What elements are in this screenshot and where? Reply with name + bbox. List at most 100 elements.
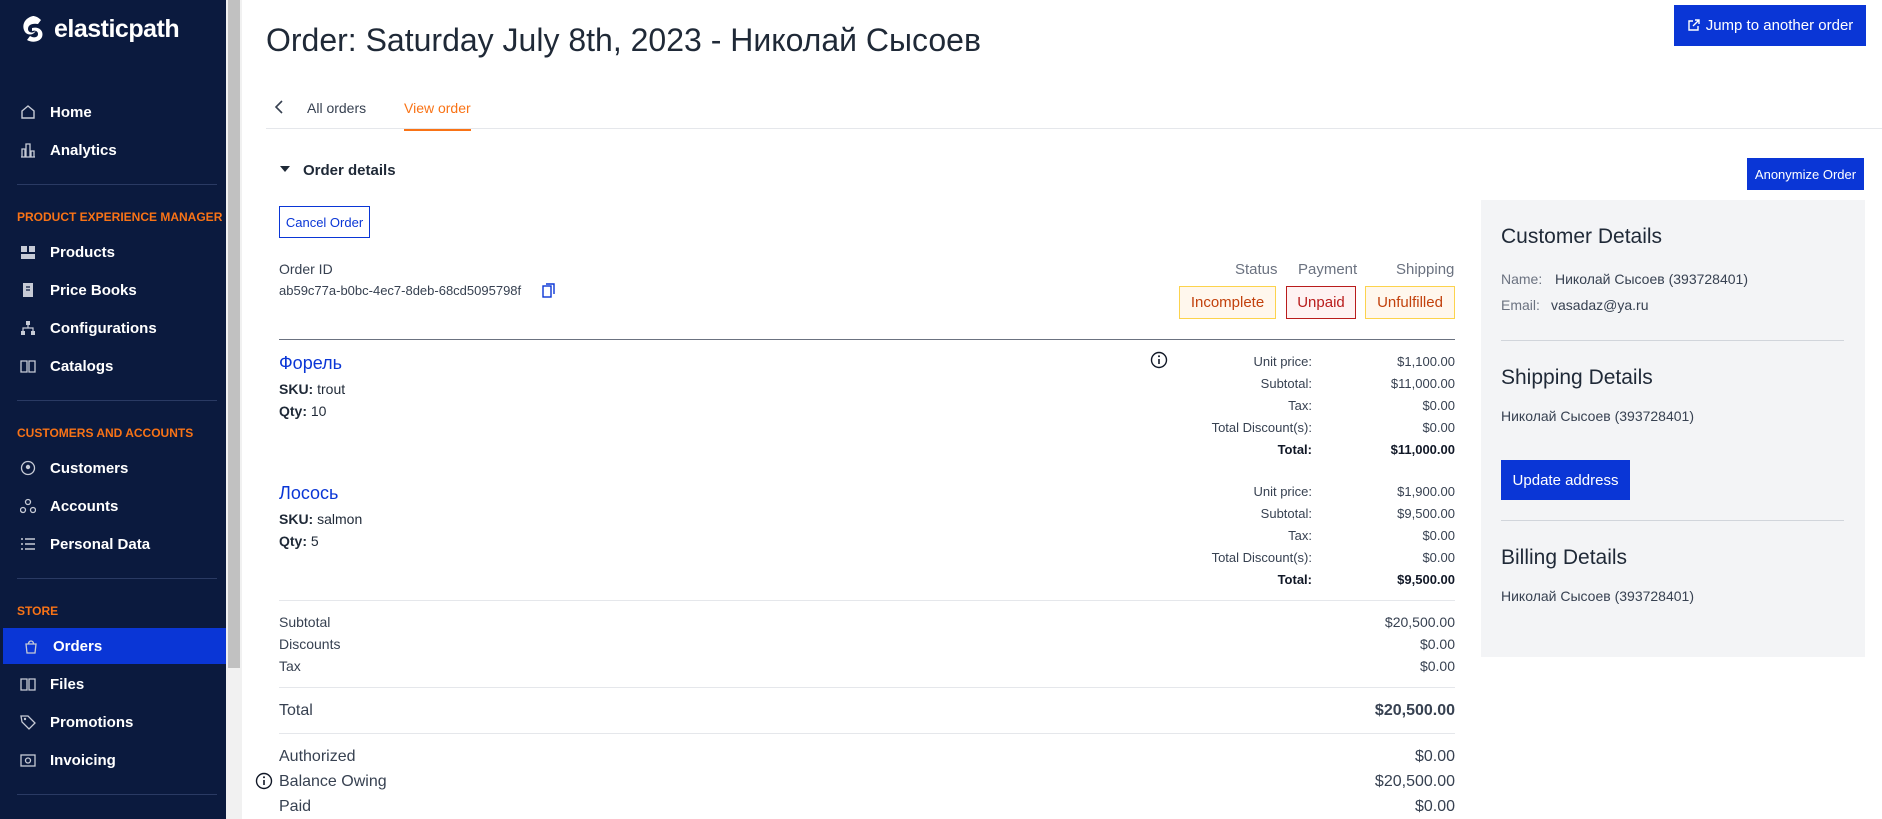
shipping-details-title: Shipping Details [1501,366,1653,389]
paid-value: $0.00 [1414,798,1455,815]
qty-label: Qty: [279,403,307,419]
sidebar-item-invoicing[interactable]: Invoicing [0,742,226,778]
jump-button-label: Jump to another order [1705,17,1854,34]
unit-price-value: $1,100.00 [1397,354,1455,369]
sidebar-item-home[interactable]: Home [0,94,226,130]
sku-label: SKU: [279,381,314,397]
products-icon [21,246,35,259]
sidebar-item-accounts[interactable]: Accounts [0,488,226,524]
shipping-header: Shipping [1396,261,1455,278]
accounts-icon [20,498,36,514]
chevron-left-icon[interactable] [272,98,286,116]
unit-price-label: Unit price: [1253,484,1312,499]
page-title: Order: Saturday July 8th, 2023 - Николай… [266,22,981,58]
paid-label: Paid [279,798,312,815]
discount-label: Total Discount(s): [1211,550,1312,565]
item-name-link[interactable]: Лосось [279,483,338,504]
balance-owing-value: $20,500.00 [1374,773,1455,790]
orders-icon [25,640,37,654]
sidebar-item-configurations[interactable]: Configurations [0,310,226,346]
sidebar: elasticpath Home Analytics PRODUCT EXPER… [0,0,226,819]
total-label: Total: [1277,572,1312,587]
section-title-store: STORE [17,604,59,618]
customer-name: Name: Николай Сысоев (393728401) [1501,271,1748,287]
summary-total-label: Total [279,702,313,719]
sidebar-divider [17,794,217,795]
balance-owing-label: Balance Owing [279,773,387,790]
email-label: Email: [1501,297,1540,313]
sidebar-item-analytics[interactable]: Analytics [0,132,226,168]
update-address-button[interactable]: Update address [1501,460,1630,500]
sku-label: SKU: [279,511,314,527]
tab-all-orders[interactable]: All orders [307,100,366,116]
sidebar-item-label: Catalogs [50,357,114,375]
info-icon[interactable] [255,772,273,790]
sidebar-divider [17,578,217,579]
anonymize-order-button[interactable]: Anonymize Order [1747,158,1864,190]
authorized-value: $0.00 [1414,748,1455,765]
sidebar-item-label: Files [50,675,85,693]
qty-value: 5 [310,533,319,549]
sidebar-item-label: Promotions [50,713,134,731]
brand-name: elasticpath [54,14,180,43]
order-details-toggle[interactable]: Order details [303,162,396,179]
sidebar-item-catalogs[interactable]: Catalogs [0,348,226,384]
total-value: $11,000.00 [1390,442,1455,457]
cancel-order-button[interactable]: Cancel Order [279,206,370,238]
configurations-icon [21,321,35,335]
item-name-link[interactable]: Форель [279,353,342,374]
customers-icon [20,460,36,476]
jump-to-order-button[interactable]: Jump to another order [1674,5,1866,46]
external-link-icon [1688,19,1700,31]
info-icon[interactable] [1150,351,1168,369]
sidebar-divider [17,400,217,401]
sidebar-item-products[interactable]: Products [0,234,226,270]
sidebar-item-price-books[interactable]: Price Books [0,272,226,308]
tax-label: Tax: [1288,398,1312,413]
sidebar-item-label: Analytics [50,141,117,159]
sidebar-item-promotions[interactable]: Promotions [0,704,226,740]
summary-divider [279,733,1455,734]
sidebar-item-files[interactable]: Files [0,666,226,702]
name-value: Николай Сысоев (393728401) [1555,271,1748,287]
unit-price-value: $1,900.00 [1397,484,1455,499]
sidebar-item-label: Products [50,243,116,261]
item-sku: SKU: salmon [279,511,362,527]
sidebar-item-personal-data[interactable]: Personal Data [0,526,226,562]
discount-label: Total Discount(s): [1211,420,1312,435]
sidebar-item-label: Invoicing [50,751,116,769]
brand-logo[interactable]: elasticpath [20,14,180,44]
sidebar-item-label: Customers [50,459,129,477]
tab-view-order[interactable]: View order [404,100,471,131]
items-divider [279,339,1455,340]
app: elasticpath Home Analytics PRODUCT EXPER… [0,0,1882,819]
authorized-label: Authorized [279,748,356,765]
qty-value: 10 [310,403,327,419]
discount-value: $0.00 [1422,550,1455,565]
sidebar-item-orders[interactable]: Orders [3,628,226,664]
subtotal-value: $11,000.00 [1390,376,1455,391]
section-title-pxm: PRODUCT EXPERIENCE MANAGER [17,210,223,224]
summary-discounts-value: $0.00 [1419,636,1455,652]
summary-divider [279,600,1455,601]
tax-label: Tax: [1288,528,1312,543]
elasticpath-logo-icon [23,16,43,42]
summary-subtotal-label: Subtotal [279,614,331,630]
home-icon [21,105,35,119]
total-value: $9,500.00 [1397,572,1455,587]
order-id-value: ab59c77a-b0bc-4ec7-8deb-68cd5095798f [279,283,522,298]
summary-total-value: $20,500.00 [1374,702,1455,719]
price-books-icon [23,283,33,297]
sidebar-scrollbar-thumb[interactable] [228,0,240,668]
sidebar-item-label: Accounts [50,497,119,515]
sidebar-item-customers[interactable]: Customers [0,450,226,486]
caret-down-icon[interactable] [280,166,290,172]
item-qty: Qty: 5 [279,533,319,549]
unit-price-label: Unit price: [1253,354,1312,369]
summary-tax-label: Tax [279,658,301,674]
billing-details-title: Billing Details [1501,546,1628,569]
customer-email: Email: vasadaz@ya.ru [1501,297,1648,313]
section-title-customers-accounts: CUSTOMERS AND ACCOUNTS [17,426,194,440]
item-sku: SKU: trout [279,381,345,397]
copy-icon[interactable] [542,283,555,298]
